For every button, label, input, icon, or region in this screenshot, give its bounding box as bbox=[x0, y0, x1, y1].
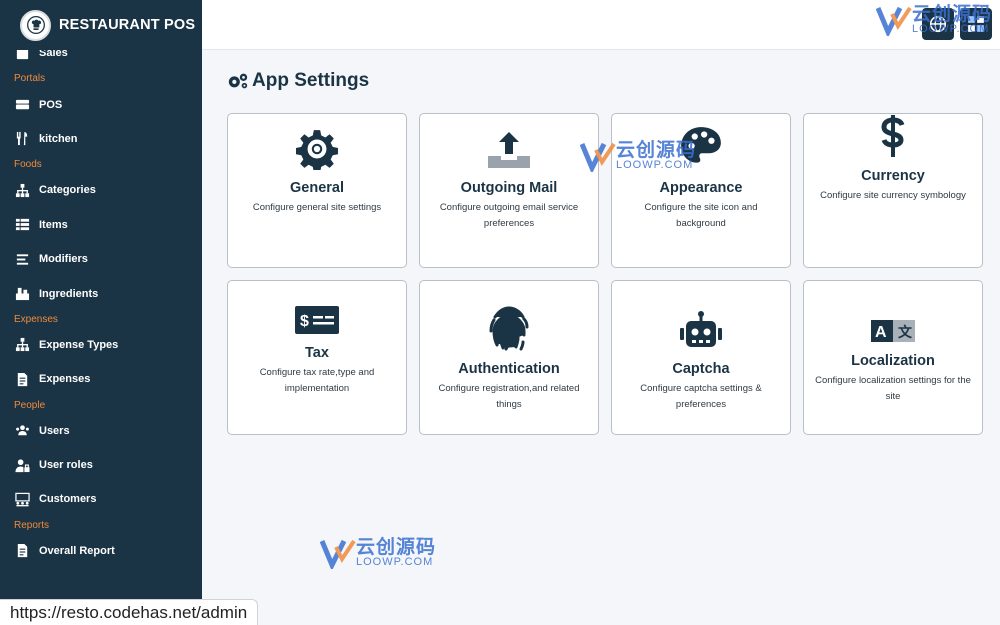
card-desc: Configure tax rate,type and implementati… bbox=[259, 367, 375, 394]
sidebar-item-user-roles[interactable]: User roles bbox=[0, 448, 202, 482]
brand[interactable]: RESTAURANT POS bbox=[0, 0, 202, 50]
card-general[interactable]: General Configure general site settings bbox=[227, 113, 407, 268]
card-outgoing-mail[interactable]: Outgoing Mail Configure outgoing email s… bbox=[419, 113, 599, 268]
card-desc: Configure general site settings bbox=[252, 202, 382, 213]
utensils-icon bbox=[13, 131, 31, 147]
sidebar-item-label: Overall Report bbox=[39, 544, 115, 557]
sidebar-item-label: Users bbox=[39, 424, 70, 437]
fingerprint-icon bbox=[430, 281, 588, 351]
page-title-text: App Settings bbox=[252, 70, 370, 91]
card-desc: Configure captcha settings & preferences bbox=[640, 383, 762, 410]
sidebar-item-kitchen[interactable]: kitchen bbox=[0, 122, 202, 156]
card-tax[interactable]: $ Tax Configure tax rate,type and implem… bbox=[227, 280, 407, 435]
card-title: Localization bbox=[851, 353, 935, 369]
sitemap-icon bbox=[13, 337, 31, 353]
card-desc: Configure site currency symbology bbox=[820, 190, 966, 201]
sidebar-item-expense-types[interactable]: Expense Types bbox=[0, 328, 202, 362]
sidebar-item-expenses[interactable]: Expenses bbox=[0, 362, 202, 396]
card-title: Tax bbox=[305, 345, 329, 361]
watermark-cn: 云创源码 bbox=[616, 140, 697, 161]
card-title: Currency bbox=[861, 168, 925, 184]
card-title: Authentication bbox=[458, 361, 560, 377]
section-reports: Reports bbox=[14, 519, 50, 531]
sidebar-item-label: User roles bbox=[39, 459, 93, 472]
sidebar-item-label: Categories bbox=[39, 184, 96, 197]
gear-icon bbox=[238, 114, 396, 170]
watermark: 云创源码 LOOWP.COM bbox=[320, 537, 436, 569]
link-status-bar: https://resto.codehas.net/admin bbox=[0, 599, 259, 625]
file-invoice-icon bbox=[13, 371, 31, 387]
money-check-icon: $ bbox=[238, 281, 396, 335]
card-title: Appearance bbox=[659, 180, 743, 196]
card-captcha[interactable]: Captcha Configure captcha settings & pre… bbox=[611, 280, 791, 435]
card-title: Outgoing Mail bbox=[460, 180, 558, 196]
watermark-cn: 云创源码 bbox=[912, 4, 993, 25]
watermark-logo-icon bbox=[876, 6, 912, 36]
users-icon bbox=[13, 423, 31, 439]
watermark: 云创源码 LOOWP.COM bbox=[580, 140, 696, 172]
card-currency[interactable]: Currency Configure site currency symbolo… bbox=[803, 113, 983, 268]
card-desc: Configure registration,and related thing… bbox=[438, 383, 580, 410]
chef-logo-icon bbox=[20, 9, 51, 41]
watermark-en: LOOWP.COM bbox=[912, 23, 990, 35]
table-list-icon bbox=[13, 217, 31, 233]
app-title: RESTAURANT POS bbox=[59, 17, 196, 33]
watermark-en: LOOWP.COM bbox=[616, 159, 694, 171]
sidebar-item-customers[interactable]: Customers bbox=[0, 482, 202, 516]
sidebar-item-overall-report[interactable]: Overall Report bbox=[0, 534, 202, 568]
sidebar-item-pos[interactable]: POS bbox=[0, 87, 202, 121]
sidebar-item-label: Customers bbox=[39, 493, 97, 506]
card-desc: Configure localization settings for the … bbox=[815, 375, 971, 402]
sidebar-item-users[interactable]: Users bbox=[0, 414, 202, 448]
card-localization[interactable]: A文 Localization Configure localization s… bbox=[803, 280, 983, 435]
dollar-icon bbox=[814, 114, 972, 158]
sidebar-item-label: Expenses bbox=[39, 373, 91, 386]
file-invoice-icon bbox=[13, 543, 31, 559]
sidebar-item-label: kitchen bbox=[39, 132, 78, 145]
section-portals: Portals bbox=[14, 73, 46, 85]
sitemap-icon bbox=[13, 182, 31, 198]
watermark-en: LOOWP.COM bbox=[356, 556, 434, 568]
svg-text:文: 文 bbox=[898, 324, 913, 340]
card-title: General bbox=[290, 180, 344, 196]
user-lock-icon bbox=[13, 457, 31, 473]
upload-tray-icon bbox=[430, 114, 588, 170]
watermark: 云创源码 LOOWP.COM bbox=[876, 4, 992, 36]
sidebar-item-items[interactable]: Items bbox=[0, 208, 202, 242]
card-desc: Configure the site icon and background bbox=[644, 202, 758, 229]
sidebar: Sales Portals POS kitchen Foods Categori… bbox=[0, 0, 202, 625]
gears-icon bbox=[228, 73, 248, 89]
watermark-cn: 云创源码 bbox=[356, 537, 437, 558]
language-icon: A文 bbox=[814, 281, 972, 343]
watermark-logo-icon bbox=[580, 142, 616, 172]
watermark-logo-icon bbox=[320, 539, 356, 569]
bars-icon bbox=[13, 251, 31, 267]
ingredients-icon bbox=[13, 286, 31, 302]
sidebar-nav: Sales Portals POS kitchen Foods Categori… bbox=[0, 36, 202, 568]
card-authentication[interactable]: Authentication Configure registration,an… bbox=[419, 280, 599, 435]
sidebar-item-modifiers[interactable]: Modifiers bbox=[0, 242, 202, 276]
sidebar-item-ingredients[interactable]: Ingredients bbox=[0, 276, 202, 310]
svg-text:A: A bbox=[875, 324, 887, 341]
sidebar-item-label: Expense Types bbox=[39, 338, 119, 351]
section-foods: Foods bbox=[14, 159, 42, 171]
sidebar-item-label: Ingredients bbox=[39, 287, 99, 300]
card-title: Captcha bbox=[672, 361, 730, 377]
svg-text:$: $ bbox=[300, 313, 309, 330]
cash-register-icon bbox=[13, 97, 31, 113]
sidebar-item-categories[interactable]: Categories bbox=[0, 173, 202, 207]
sidebar-item-label: POS bbox=[39, 98, 63, 111]
customers-icon bbox=[13, 491, 31, 507]
section-people: People bbox=[14, 399, 46, 411]
card-appearance[interactable]: Appearance Configure the site icon and b… bbox=[611, 113, 791, 268]
page-title: App Settings bbox=[227, 70, 369, 92]
sidebar-item-label: Items bbox=[39, 218, 68, 231]
sidebar-item-label: Modifiers bbox=[39, 253, 88, 266]
robot-icon bbox=[622, 281, 780, 351]
card-desc: Configure outgoing email service prefere… bbox=[439, 202, 579, 229]
section-expenses: Expenses bbox=[14, 313, 58, 325]
